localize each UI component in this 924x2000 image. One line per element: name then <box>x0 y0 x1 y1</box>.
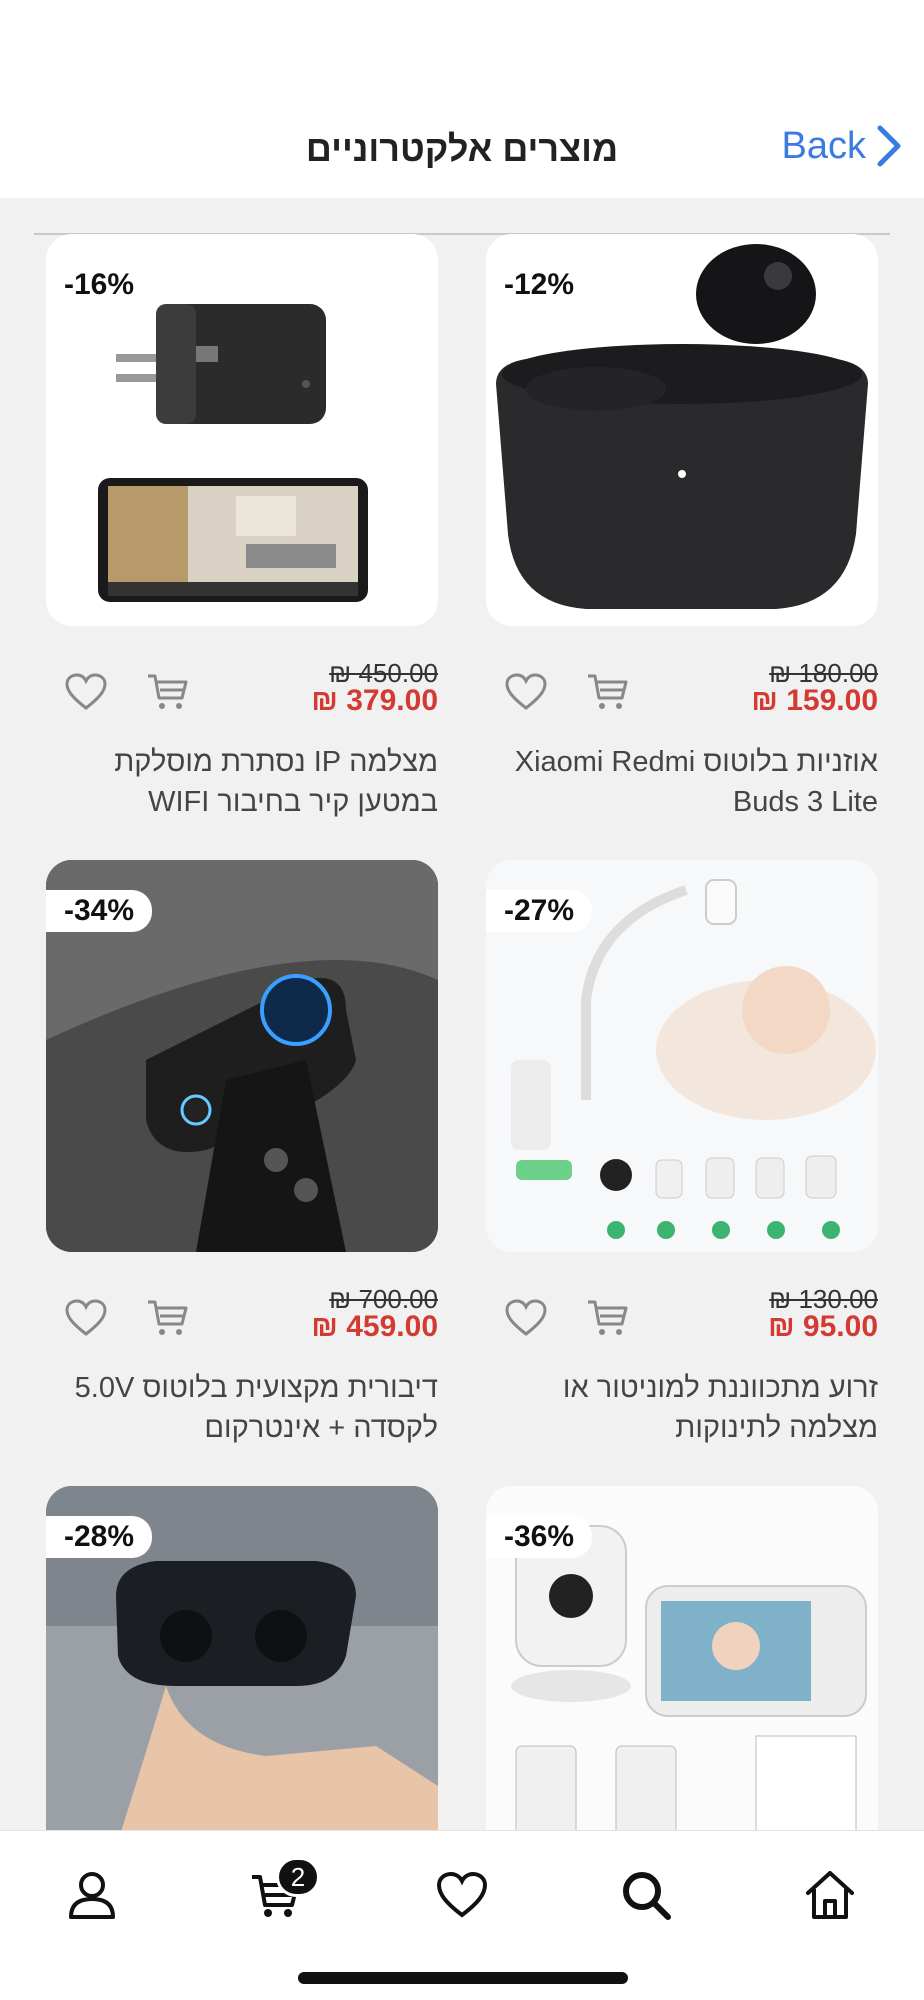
product-title[interactable]: דיבורית מקצועית בלוטוס 5.0V לקסדה + אינט… <box>46 1368 438 1448</box>
price-row: ₪ 130.00 ₪ 95.00 <box>486 1284 878 1356</box>
cart-icon[interactable] <box>582 666 634 718</box>
product-card[interactable]: -34% ₪ 700.00 ₪ 459.00 דיבורית מקצועית ב… <box>46 860 438 1448</box>
product-card[interactable]: -12% ₪ 180.00 ₪ 159.00 אוזניות בלוטוס Xi… <box>486 234 878 822</box>
cart-icon[interactable] <box>582 1292 634 1344</box>
price-row: ₪ 700.00 ₪ 459.00 <box>46 1284 438 1356</box>
profile-icon[interactable] <box>52 1855 132 1935</box>
product-image[interactable]: -27% <box>486 860 878 1252</box>
product-card[interactable]: -36% <box>486 1486 878 1830</box>
sale-price: ₪ 159.00 <box>751 684 878 717</box>
heart-icon[interactable] <box>60 1292 112 1344</box>
sale-price: ₪ 379.00 <box>311 684 438 717</box>
product-card[interactable]: -28% <box>46 1486 438 1830</box>
discount-badge: -16% <box>46 264 153 306</box>
chevron-right-icon <box>876 124 902 168</box>
discount-badge: -12% <box>486 264 593 306</box>
cart-icon[interactable] <box>142 1292 194 1344</box>
product-grid: -16% ₪ 450.00 ₪ 379.00 מצלמה IP נסתרת מו… <box>0 234 924 1830</box>
home-icon[interactable] <box>790 1855 870 1935</box>
product-image[interactable]: -16% <box>46 234 438 626</box>
heart-icon[interactable] <box>60 666 112 718</box>
back-button[interactable]: Back <box>782 124 902 168</box>
product-title[interactable]: אוזניות בלוטוס Xiaomi Redmi Buds 3 Lite <box>486 742 878 822</box>
product-image[interactable]: -12% <box>486 234 878 626</box>
product-title[interactable]: מצלמה IP נסתרת מוסלקת במטען קיר בחיבור W… <box>46 742 438 822</box>
price-row: ₪ 450.00 ₪ 379.00 <box>46 658 438 730</box>
price-row: ₪ 180.00 ₪ 159.00 <box>486 658 878 730</box>
product-image[interactable]: -34% <box>46 860 438 1252</box>
product-image[interactable]: -28% <box>46 1486 438 1830</box>
heart-icon[interactable] <box>422 1855 502 1935</box>
home-indicator <box>298 1972 628 1984</box>
product-card[interactable]: -27% ₪ 130.00 ₪ 95.00 זרוע מתכווננת למונ… <box>486 860 878 1448</box>
cart-count-badge: 2 <box>276 1857 320 1897</box>
cart-icon[interactable] <box>142 666 194 718</box>
sale-price: ₪ 95.00 <box>768 1310 878 1343</box>
discount-badge: -28% <box>46 1516 153 1558</box>
header: מוצרים אלקטרוניים Back <box>0 0 924 198</box>
cart-tab[interactable]: 2 <box>236 1855 320 1935</box>
heart-icon[interactable] <box>500 1292 552 1344</box>
discount-badge: -34% <box>46 890 153 932</box>
search-icon[interactable] <box>606 1855 686 1935</box>
discount-badge: -36% <box>486 1516 593 1558</box>
product-card[interactable]: -16% ₪ 450.00 ₪ 379.00 מצלמה IP נסתרת מו… <box>46 234 438 822</box>
heart-icon[interactable] <box>500 666 552 718</box>
back-label: Back <box>781 124 866 167</box>
product-image[interactable]: -36% <box>486 1486 878 1830</box>
product-title[interactable]: זרוע מתכווננת למוניטור או מצלמה לתינוקות <box>486 1368 878 1448</box>
sale-price: ₪ 459.00 <box>311 1310 438 1343</box>
discount-badge: -27% <box>486 890 593 932</box>
